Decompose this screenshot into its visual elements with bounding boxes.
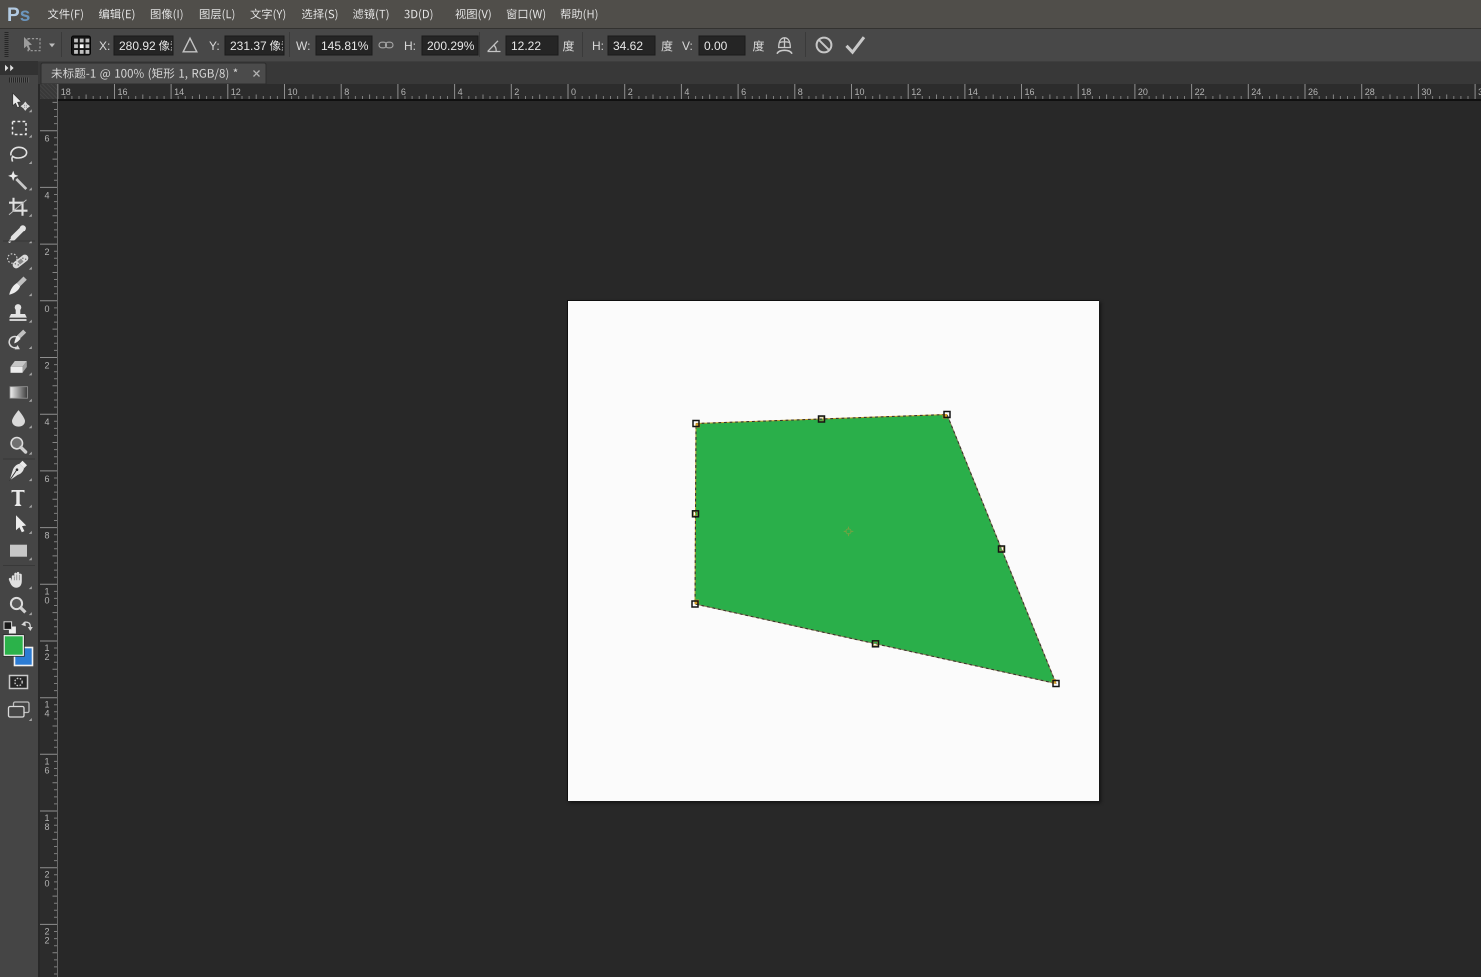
svg-text:20: 20 [1138, 87, 1148, 97]
svg-text:Y:: Y: [209, 39, 220, 53]
svg-text:10: 10 [288, 87, 298, 97]
svg-text:V:: V: [682, 39, 693, 53]
svg-text:4: 4 [684, 87, 689, 97]
svg-text:2: 2 [45, 652, 50, 662]
svg-text:4: 4 [458, 87, 463, 97]
svg-text:2: 2 [45, 247, 50, 257]
svg-text:22: 22 [1195, 87, 1205, 97]
svg-text:0: 0 [45, 304, 50, 314]
svg-text:12: 12 [911, 87, 921, 97]
svg-text:0: 0 [45, 879, 50, 889]
svg-text:2: 2 [45, 361, 50, 371]
svg-text:16: 16 [118, 87, 128, 97]
svg-text:14: 14 [174, 87, 184, 97]
svg-text:28: 28 [1365, 87, 1375, 97]
svg-text:280.92: 280.92 [119, 39, 156, 53]
svg-text:16: 16 [1025, 87, 1035, 97]
svg-text:W:: W: [296, 39, 310, 53]
svg-text:6: 6 [45, 134, 50, 144]
svg-text:145.81%: 145.81% [321, 39, 369, 53]
svg-text:X:: X: [99, 39, 110, 53]
svg-text:12: 12 [231, 87, 241, 97]
svg-text:6: 6 [741, 87, 746, 97]
svg-text:4: 4 [45, 709, 50, 719]
svg-text:0: 0 [571, 87, 576, 97]
svg-text:26: 26 [1308, 87, 1318, 97]
svg-text:4: 4 [45, 417, 50, 427]
svg-text:18: 18 [1081, 87, 1091, 97]
svg-text:8: 8 [344, 87, 349, 97]
svg-text:10: 10 [855, 87, 865, 97]
svg-text:30: 30 [1421, 87, 1431, 97]
svg-text:4: 4 [45, 190, 50, 200]
svg-text:2: 2 [45, 935, 50, 945]
svg-text:200.29%: 200.29% [427, 39, 475, 53]
svg-text:14: 14 [968, 87, 978, 97]
svg-text:231.37: 231.37 [230, 39, 267, 53]
svg-text:18: 18 [61, 87, 71, 97]
svg-text:0: 0 [45, 595, 50, 605]
svg-text:2: 2 [514, 87, 519, 97]
svg-text:H:: H: [592, 39, 604, 53]
svg-text:H:: H: [404, 39, 416, 53]
svg-text:8: 8 [798, 87, 803, 97]
svg-text:6: 6 [45, 765, 50, 775]
svg-text:0.00: 0.00 [704, 39, 728, 53]
svg-text:6: 6 [45, 474, 50, 484]
svg-text:8: 8 [45, 531, 50, 541]
svg-text:6: 6 [401, 87, 406, 97]
svg-text:12.22: 12.22 [511, 39, 541, 53]
svg-text:2: 2 [628, 87, 633, 97]
svg-text:8: 8 [45, 822, 50, 832]
svg-text:34.62: 34.62 [613, 39, 643, 53]
svg-text:24: 24 [1251, 87, 1261, 97]
